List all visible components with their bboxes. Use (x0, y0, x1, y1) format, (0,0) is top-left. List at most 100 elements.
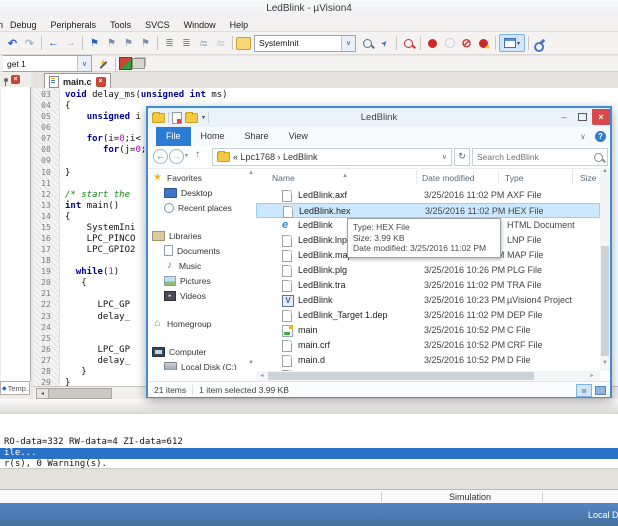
function-combo[interactable]: SystemInit∨ (254, 35, 356, 52)
table-row[interactable]: LedBlink.tra3/25/2016 11:02 PMTRA File (256, 278, 600, 293)
menu-item-help[interactable]: Help (223, 20, 256, 30)
bp-disable-icon[interactable] (441, 35, 458, 51)
sidebar-item-disk[interactable]: Local Disk (C:) (152, 359, 248, 370)
sidebar-item-computer[interactable]: Computer (152, 344, 248, 359)
thumbnail-view-button[interactable] (592, 384, 608, 397)
flag-main-icon[interactable] (86, 35, 103, 51)
flag-c-icon[interactable] (137, 35, 154, 51)
sidebar-item-favorites[interactable]: Favorites (152, 170, 248, 185)
sidebar-item-videos[interactable]: Videos (152, 288, 248, 303)
menu-item-tools[interactable]: Tools (103, 20, 138, 30)
table-row[interactable]: VLedBlink3/25/2016 10:23 PMµVision4 Proj… (256, 293, 600, 308)
minimize-button[interactable]: – (556, 109, 572, 125)
ribbon-tab-home[interactable]: Home (191, 127, 235, 146)
list-horizontal-scrollbar[interactable]: ◂ ▸ (256, 371, 600, 381)
close-button[interactable]: × (592, 109, 610, 125)
table-row[interactable]: LedBlink.plg3/25/2016 10:26 PMPLG File (256, 263, 600, 278)
sidebar-scroll-up-icon[interactable]: ▲ (246, 170, 256, 181)
scroll-thumb[interactable] (268, 372, 534, 380)
uncomment-icon[interactable] (212, 35, 229, 51)
flag-b-icon[interactable] (120, 35, 137, 51)
scroll-down-icon[interactable]: ▼ (600, 360, 610, 371)
column-name[interactable]: Name (272, 173, 295, 183)
download-icon[interactable] (119, 57, 132, 70)
address-dropdown-icon[interactable]: ∨ (442, 153, 451, 161)
ribbon-collapse-icon[interactable]: ∨ (580, 132, 586, 141)
find-next-icon[interactable] (376, 35, 393, 51)
list-vertical-scrollbar[interactable]: ▲ ▼ (600, 168, 610, 371)
column-date-modified[interactable]: Date modified (422, 173, 474, 183)
wand-icon[interactable] (95, 56, 112, 72)
up-icon[interactable]: ↑ (195, 149, 200, 160)
editor-scroll-thumb[interactable] (48, 388, 112, 399)
maximize-button[interactable] (574, 109, 590, 125)
details-view-button[interactable]: ≣ (576, 384, 592, 397)
column-type[interactable]: Type (505, 173, 523, 183)
download2-icon[interactable] (132, 58, 145, 69)
column-size[interactable]: Size (580, 173, 597, 183)
find-icon[interactable] (400, 35, 417, 51)
sidebar-item-pictures[interactable]: Pictures (152, 273, 248, 288)
flag-a-icon[interactable] (103, 35, 120, 51)
table-row[interactable]: main.d3/25/2016 10:52 PMD File (256, 353, 600, 368)
menu-item-debug[interactable]: Debug (3, 20, 44, 30)
chevron-down-icon[interactable]: ∨ (341, 36, 355, 51)
target-combo[interactable]: get 1∨ (3, 55, 92, 72)
debug-windows-icon[interactable]: ▾ (499, 34, 525, 52)
forward-icon[interactable]: → (169, 149, 184, 164)
scroll-thumb[interactable] (601, 246, 609, 356)
sidebar-scroll-down-icon[interactable]: ▼ (246, 360, 256, 371)
fwd-icon[interactable] (62, 35, 79, 51)
scroll-right-icon[interactable]: ▸ (588, 372, 596, 380)
scroll-left-icon[interactable]: ◂ (258, 372, 266, 380)
ribbon-tab-view[interactable]: View (279, 127, 318, 146)
menu-item-window[interactable]: Window (177, 20, 223, 30)
table-row[interactable]: main.crf3/25/2016 10:52 PMCRF File (256, 338, 600, 353)
table-row[interactable]: LedBlink.axf3/25/2016 11:02 PMAXF File (256, 188, 600, 203)
bp-enableall-icon[interactable] (475, 35, 492, 51)
menu-item-svcs[interactable]: SVCS (138, 20, 177, 30)
table-row[interactable]: LedBlink_Target 1.dep3/25/2016 11:02 PMD… (256, 308, 600, 323)
indent-r-icon[interactable] (178, 35, 195, 51)
sidebar-item-desktop[interactable]: Desktop (152, 185, 248, 200)
tab-close-icon[interactable]: × (96, 77, 106, 87)
breadcrumb[interactable]: « Lpc1768 › LedBlink ∨ (212, 148, 452, 166)
back-icon[interactable] (45, 35, 62, 51)
menu-item-peripherals[interactable]: Peripherals (44, 20, 104, 30)
props-icon[interactable] (236, 37, 251, 50)
find-in-files-icon[interactable] (359, 35, 376, 51)
sidebar-item-libraries[interactable]: Libraries (152, 228, 248, 243)
scroll-up-icon[interactable]: ▲ (600, 168, 610, 179)
tab-main-c[interactable]: main.c × (44, 73, 111, 89)
table-row[interactable]: main3/25/2016 10:52 PMC File (256, 323, 600, 338)
breadcrumb-path[interactable]: « Lpc1768 › LedBlink (233, 152, 318, 162)
search-input[interactable] (473, 152, 594, 162)
sidebar-item-recent[interactable]: Recent places (152, 200, 248, 215)
bp-toggle-icon[interactable] (424, 35, 441, 51)
sidebar-item-homegroup[interactable]: Homegroup (152, 316, 248, 331)
search-box[interactable] (472, 148, 608, 166)
templates-pane-tab[interactable]: ◆ Temp... (0, 381, 30, 395)
refresh-icon[interactable]: ↻ (454, 148, 470, 166)
bp-killall-icon[interactable] (458, 35, 475, 51)
pane-close-icon[interactable]: × (11, 75, 20, 84)
back-icon[interactable]: ← (153, 149, 168, 164)
configure-icon[interactable] (532, 35, 549, 51)
ribbon-tab-share[interactable]: Share (235, 127, 279, 146)
taskbar[interactable]: Local D (0, 503, 618, 526)
table-row[interactable]: LedBlink.hex3/25/2016 11:02 PMHEX File (256, 203, 600, 218)
sidebar-item-documents[interactable]: Documents (152, 243, 248, 258)
search-icon[interactable] (594, 153, 603, 162)
recent-locations-icon[interactable]: ▾ (185, 152, 188, 159)
pin-icon[interactable] (4, 78, 8, 82)
project-pane-body[interactable] (1, 87, 31, 381)
build-output-pane[interactable]: RO-data=332 RW-data=4 ZI-data=612ile...r… (0, 414, 618, 468)
comment-icon[interactable] (195, 35, 212, 51)
redo-icon[interactable] (21, 35, 38, 51)
explorer-title-bar[interactable]: ▾ LedBlink – × (148, 108, 610, 127)
undo-icon[interactable] (4, 35, 21, 51)
sidebar-item-music[interactable]: Music (152, 258, 248, 273)
help-icon[interactable]: ? (595, 131, 606, 142)
chevron-down-icon[interactable]: ∨ (77, 56, 91, 71)
ribbon-tab-file[interactable]: File (156, 127, 191, 146)
